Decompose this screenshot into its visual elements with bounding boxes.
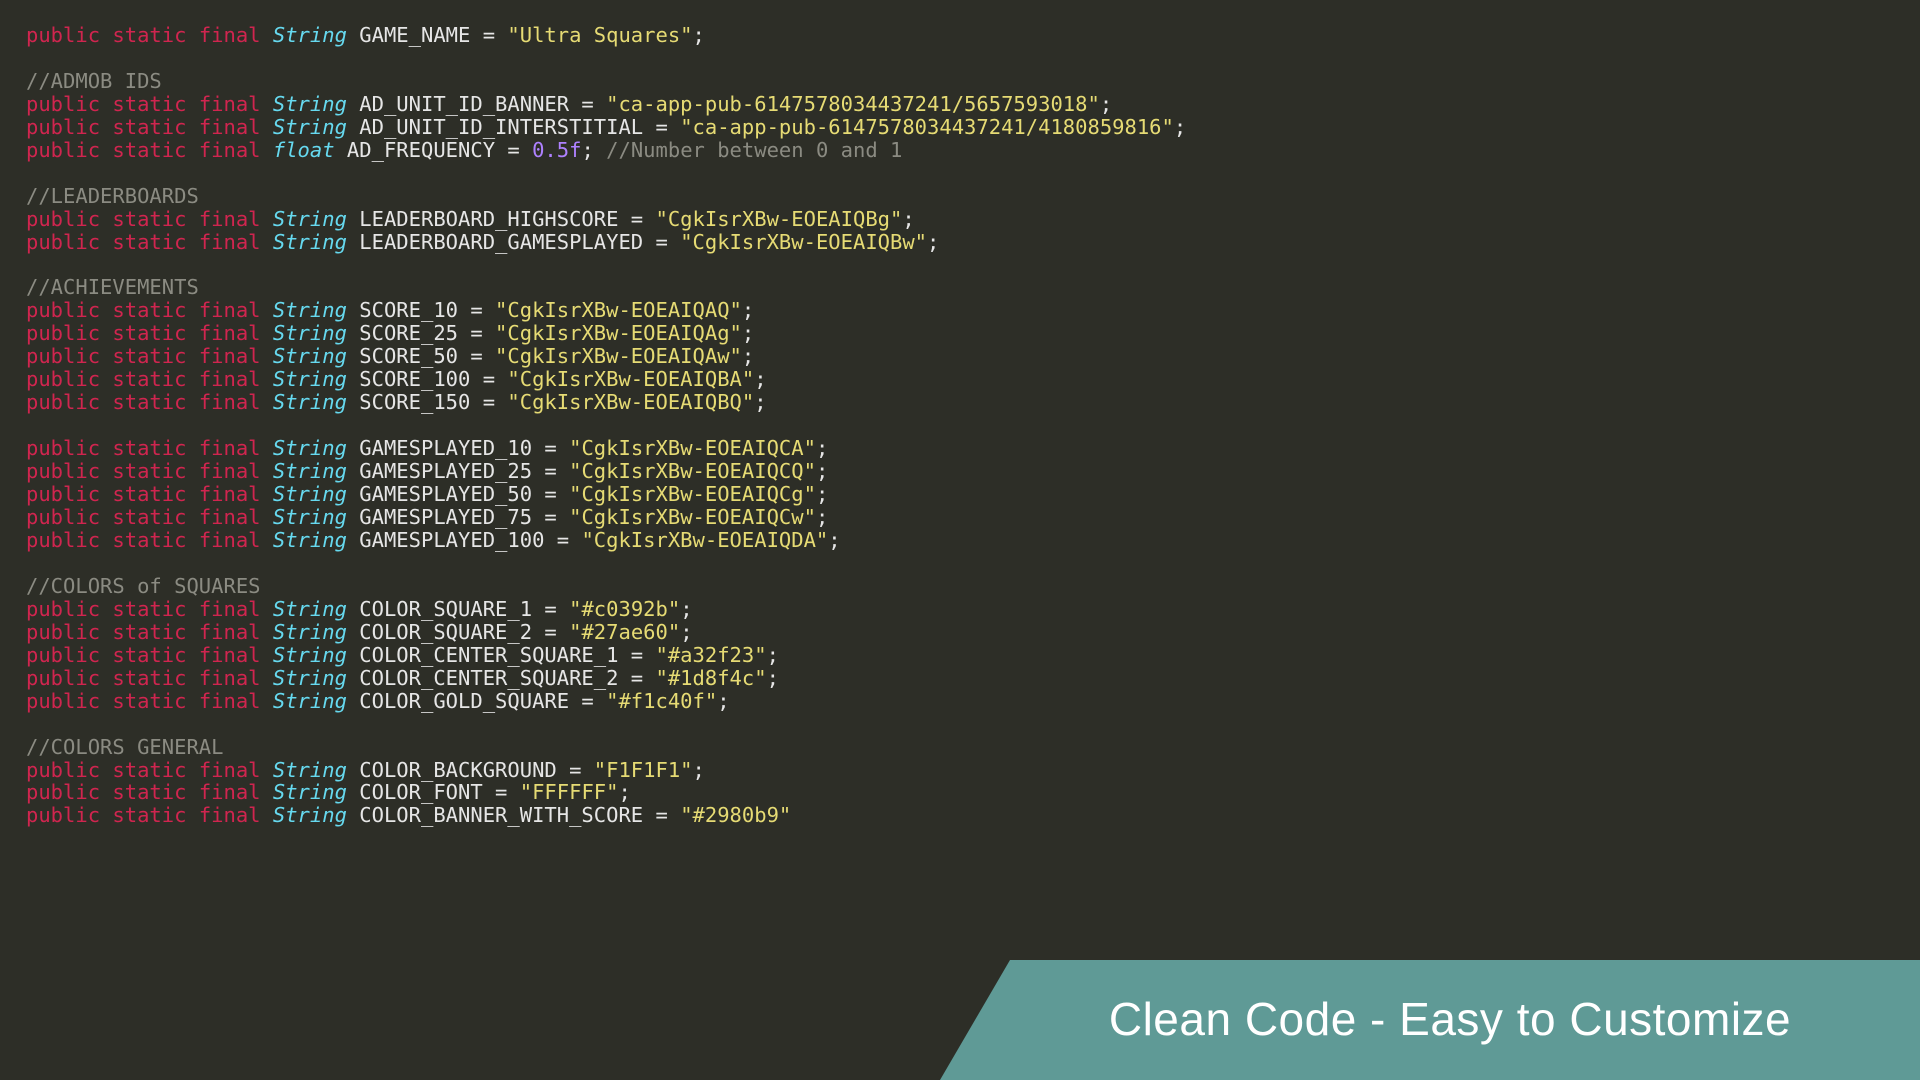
code-line: public static final String GAMESPLAYED_1… [26, 529, 1920, 552]
code-line: //ADMOB IDS [26, 70, 1920, 93]
code-line [26, 414, 1920, 437]
promo-banner: Clean Code - Easy to Customize [940, 960, 1920, 1080]
code-line: public static final String COLOR_CENTER_… [26, 644, 1920, 667]
code-line: public static final String SCORE_100 = "… [26, 368, 1920, 391]
code-line [26, 552, 1920, 575]
code-line: public static final String LEADERBOARD_H… [26, 208, 1920, 231]
code-line: public static final String SCORE_10 = "C… [26, 299, 1920, 322]
code-line: public static final String COLOR_BACKGRO… [26, 759, 1920, 782]
code-line: public static final String COLOR_FONT = … [26, 781, 1920, 804]
code-line: public static final String AD_UNIT_ID_IN… [26, 116, 1920, 139]
code-line [26, 254, 1920, 277]
code-line: public static final String COLOR_SQUARE_… [26, 621, 1920, 644]
code-line: public static final String SCORE_50 = "C… [26, 345, 1920, 368]
code-line: public static final String COLOR_GOLD_SQ… [26, 690, 1920, 713]
code-editor-view: public static final String GAME_NAME = "… [26, 24, 1920, 827]
code-line: public static final String GAME_NAME = "… [26, 24, 1920, 47]
code-line [26, 713, 1920, 736]
code-line: public static final String GAMESPLAYED_7… [26, 506, 1920, 529]
code-line [26, 47, 1920, 70]
code-line: public static final String GAMESPLAYED_2… [26, 460, 1920, 483]
promo-banner-text: Clean Code - Easy to Customize [1109, 994, 1791, 1046]
code-line: public static final float AD_FREQUENCY =… [26, 139, 1920, 162]
code-line: public static final String SCORE_25 = "C… [26, 322, 1920, 345]
code-line: public static final String LEADERBOARD_G… [26, 231, 1920, 254]
code-line [26, 162, 1920, 185]
code-line: public static final String GAMESPLAYED_1… [26, 437, 1920, 460]
code-line: //COLORS of SQUARES [26, 575, 1920, 598]
code-line: public static final String GAMESPLAYED_5… [26, 483, 1920, 506]
code-line: //LEADERBOARDS [26, 185, 1920, 208]
code-line: public static final String AD_UNIT_ID_BA… [26, 93, 1920, 116]
code-line: //ACHIEVEMENTS [26, 276, 1920, 299]
code-line: //COLORS GENERAL [26, 736, 1920, 759]
code-line: public static final String COLOR_BANNER_… [26, 804, 1920, 827]
code-line: public static final String SCORE_150 = "… [26, 391, 1920, 414]
code-line: public static final String COLOR_CENTER_… [26, 667, 1920, 690]
code-line: public static final String COLOR_SQUARE_… [26, 598, 1920, 621]
